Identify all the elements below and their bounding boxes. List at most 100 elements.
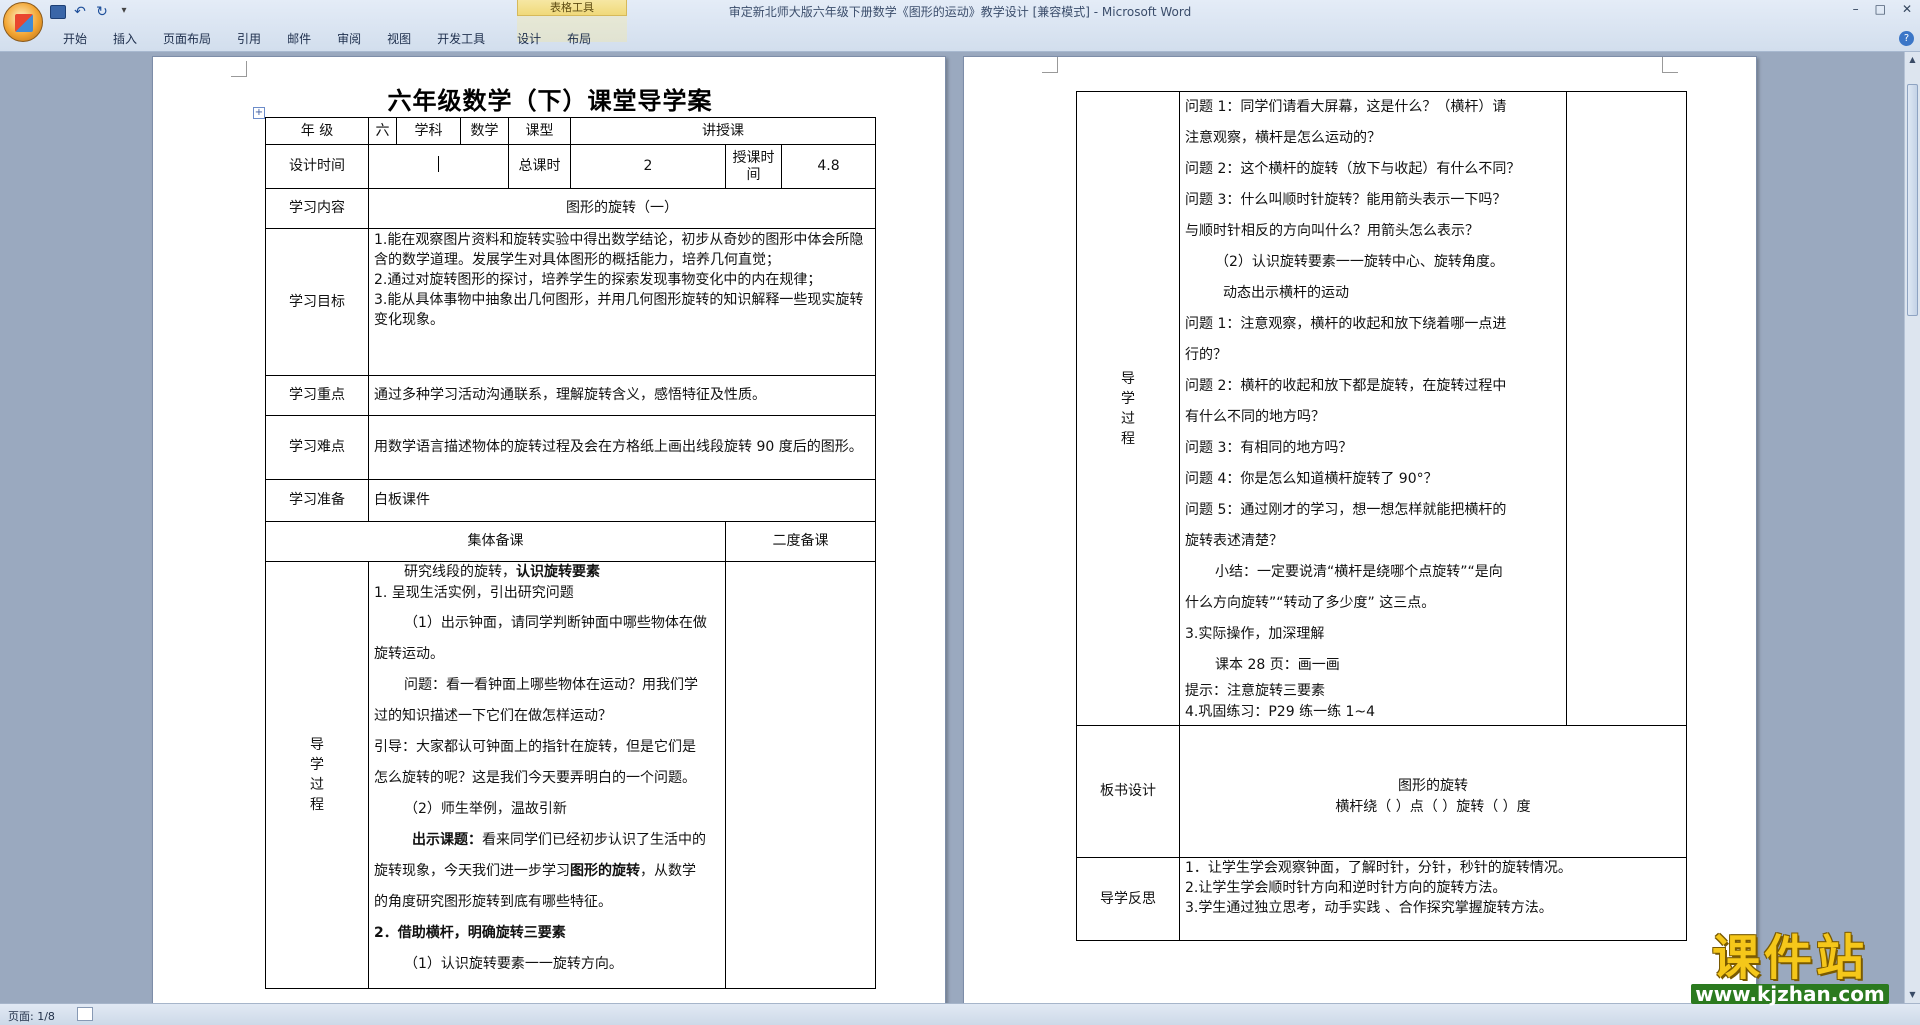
process-line: 问题 1：注意观察，横杆的收起和放下绕着哪一点进 (1185, 316, 1507, 332)
tab-layout[interactable]: 布局 (554, 30, 604, 47)
process-line: 课本 28 页：画一画 (1215, 657, 1340, 673)
process-line: 引导：大家都认可钟面上的指针在旋转，但是它们是 (374, 739, 696, 755)
tab-home[interactable]: 开始 (50, 30, 100, 47)
process-line: 问题 3：有相同的地方吗？ (1185, 440, 1353, 456)
document-area: 六年级数学（下）课堂导学案 + 年 级 六 学科 数学 课型 讲授课 设计时间 … (0, 52, 1904, 1003)
key-points-label: 学习重点 (265, 375, 369, 416)
process-line: 注意观察，横杆是怎么运动的？ (1185, 130, 1381, 146)
total-lessons-value[interactable]: 2 (570, 144, 726, 189)
tab-developer[interactable]: 开发工具 (424, 30, 498, 47)
reflection-label: 导学反思 (1076, 857, 1180, 941)
page-indicator[interactable]: 页面: 1/8 (8, 1008, 55, 1024)
tab-view[interactable]: 视图 (374, 30, 424, 47)
board-design-content[interactable]: 图形的旋转 横杆绕（ ）点（ ）旋转（ ）度 (1179, 725, 1687, 858)
goal-item-2: 2.通过对旋转图形的探讨，培养学生的探索发现事物变化中的内在规律； (374, 272, 822, 288)
process-line: 有什么不同的地方吗？ (1185, 409, 1325, 425)
second-prep-content[interactable] (725, 561, 876, 989)
process-content[interactable]: 问题 1：同学们请看大屏幕，这是什么？（横杆）请 注意观察，横杆是怎么运动的？ … (1179, 91, 1567, 726)
text-cursor (438, 155, 439, 172)
crop-mark (1662, 57, 1678, 73)
scroll-down-icon[interactable]: ▼ (1907, 989, 1918, 1001)
board-design-title: 图形的旋转 (1398, 777, 1468, 794)
second-prep-header: 二度备课 (725, 521, 876, 562)
scroll-up-icon[interactable]: ▲ (1907, 54, 1918, 66)
process-line: 提示：注意旋转三要素 (1185, 683, 1325, 699)
title-bar: ↶ ↻ ▾ 表格工具 审定新北师大版六年级下册数学《图形的运动》教学设计 [兼容… (0, 0, 1920, 52)
page-2: 导学过程 问题 1：同学们请看大屏幕，这是什么？（横杆）请 注意观察，横杆是怎么… (963, 56, 1757, 1003)
difficulty-label: 学习难点 (265, 415, 369, 480)
lesson-time-label: 授课时间 (725, 144, 782, 189)
process-line: 问题 3：什么叫顺时针旋转？能用箭头表示一下吗？ (1185, 192, 1507, 208)
goal-item-3: 3.能从具体事物中抽象出几何图形，并用几何图形旋转的知识解释一些现实旋转变化现象… (374, 292, 864, 328)
board-design-label: 板书设计 (1076, 725, 1180, 858)
tab-references[interactable]: 引用 (224, 30, 274, 47)
process-line: 1. 呈现生活实例，引出研究问题 (374, 585, 574, 601)
tab-design[interactable]: 设计 (504, 30, 554, 47)
status-bar: 页面: 1/8 (0, 1003, 1920, 1025)
process-line: （2）认识旋转要素一一旋转中心、旋转角度。 (1215, 254, 1504, 270)
process-line: （1）认识旋转要素一一旋转方向。 (404, 956, 623, 972)
grade-value[interactable]: 六 (368, 117, 397, 145)
process-line: （1）出示钟面，请同学判断钟面中哪些物体在做 (404, 615, 707, 631)
process-line: 过的知识描述一下它们在做怎样运动？ (374, 708, 612, 724)
goals-label: 学习目标 (265, 228, 369, 376)
window-title: 审定新北师大版六年级下册数学《图形的运动》教学设计 [兼容模式] - Micro… (728, 5, 1192, 19)
minimize-icon[interactable]: – (1853, 2, 1859, 16)
document-title: 六年级数学（下）课堂导学案 (387, 87, 713, 115)
lesson-plan-table: 年 级 六 学科 数学 课型 讲授课 设计时间 总课时 2 授课时间 4.8 学… (265, 117, 876, 989)
tab-mailings[interactable]: 邮件 (274, 30, 324, 47)
second-prep-content[interactable] (1566, 91, 1687, 726)
help-icon[interactable]: ? (1899, 31, 1914, 46)
close-icon[interactable]: ✕ (1902, 2, 1912, 16)
process-content[interactable]: 研究线段的旋转，认识旋转要素 1. 呈现生活实例，引出研究问题 （1）出示钟面，… (368, 561, 726, 989)
subject-label: 学科 (396, 117, 461, 145)
watermark-logo: 课件站 (1711, 930, 1868, 986)
process-line: 问题：看一看钟面上哪些物体在运动？用我们学 (404, 677, 698, 693)
process-line: 2．借助横杆，明确旋转三要素 (374, 925, 566, 941)
maximize-icon[interactable]: □ (1875, 2, 1886, 16)
difficulty-value[interactable]: 用数学语言描述物体的旋转过程及会在方格纸上画出线段旋转 90 度后的图形。 (368, 415, 876, 480)
design-time-value[interactable] (368, 144, 509, 189)
process-line: 问题 1：同学们请看大屏幕，这是什么？（横杆）请 (1185, 99, 1507, 115)
key-points-value[interactable]: 通过多种学习活动沟通联系，理解旋转含义，感悟特征及性质。 (368, 375, 876, 416)
board-design-line: 横杆绕（ ）点（ ）旋转（ ）度 (1335, 798, 1531, 815)
grade-label: 年 级 (265, 117, 369, 145)
goals-cell[interactable]: 1.能在观察图片资料和旋转实验中得出数学结论，初步从奇妙的图形中体会所隐含的数学… (368, 228, 876, 376)
tab-review[interactable]: 审阅 (324, 30, 374, 47)
preparation-value[interactable]: 白板课件 (368, 479, 876, 522)
process-line: 出示课题：看来同学们已经初步认识了生活中的 (412, 832, 706, 848)
design-time-label: 设计时间 (265, 144, 369, 189)
content-label: 学习内容 (265, 188, 369, 229)
tab-page-layout[interactable]: 页面布局 (150, 30, 224, 47)
process-line: 什么方向旋转”“转动了多少度” 这三点。 (1185, 595, 1436, 611)
process-line: 旋转运动。 (374, 646, 444, 662)
scroll-thumb[interactable] (1907, 84, 1918, 316)
type-label: 课型 (508, 117, 571, 145)
tab-insert[interactable]: 插入 (100, 30, 150, 47)
proofing-icon[interactable] (77, 1007, 93, 1021)
process-line: 旋转表述清楚？ (1185, 533, 1283, 549)
process-line: 怎么旋转的呢？这是我们今天要弄明白的一个问题。 (374, 770, 696, 786)
page-1: 六年级数学（下）课堂导学案 + 年 级 六 学科 数学 课型 讲授课 设计时间 … (152, 56, 946, 1003)
process-line: 小结：一定要说清“横杆是绕哪个点旋转”“是向 (1215, 564, 1503, 580)
type-value[interactable]: 讲授课 (570, 117, 876, 145)
process-line: 问题 4：你是怎么知道横杆旋转了 90°？ (1185, 471, 1438, 487)
total-lessons-label: 总课时 (508, 144, 571, 189)
process-label-text: 导学过程 (310, 737, 324, 813)
reflection-item: 1．让学生学会观察钟面，了解时针，分针，秒针的旋转情况。 (1185, 860, 1572, 876)
process-line: 问题 2：横杆的收起和放下都是旋转，在旋转过程中 (1185, 378, 1507, 394)
reflection-item: 2.让学生学会顺时针方向和逆时针方向的旋转方法。 (1185, 880, 1507, 896)
lesson-time-value[interactable]: 4.8 (781, 144, 876, 189)
site-watermark: 课件站 www.kjzhan.com (1680, 930, 1900, 1004)
process-line: 与顺时针相反的方向叫什么？用箭头怎么表示？ (1185, 223, 1479, 239)
reflection-content[interactable]: 1．让学生学会观察钟面，了解时针，分针，秒针的旋转情况。 2.让学生学会顺时针方… (1179, 857, 1687, 941)
process-line: 旋转现象，今天我们进一步学习图形的旋转，从数学 (374, 863, 696, 879)
subject-value[interactable]: 数学 (460, 117, 509, 145)
crop-mark (1042, 57, 1058, 73)
window-controls: – □ ✕ (1853, 2, 1912, 16)
process-label: 导学过程 (265, 561, 369, 989)
table-move-handle-icon[interactable]: + (253, 107, 265, 119)
process-line: 3.实际操作，加深理解 (1185, 626, 1325, 642)
vertical-scrollbar[interactable]: ▲ ▼ (1904, 52, 1920, 1003)
content-value[interactable]: 图形的旋转（一） (368, 188, 876, 229)
